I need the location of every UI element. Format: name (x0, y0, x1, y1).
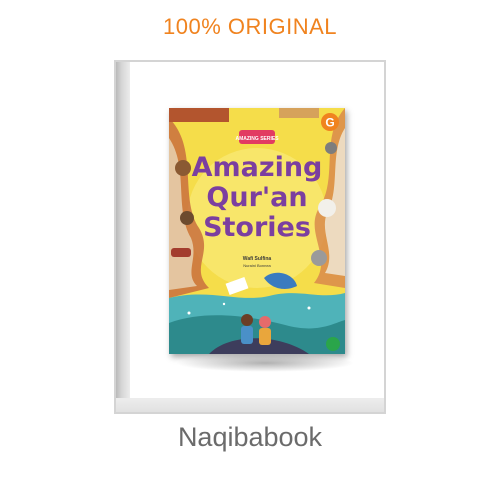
right-animal (311, 250, 327, 266)
frame-bottom (116, 398, 384, 412)
child-1-body (241, 326, 253, 344)
child-1-head (241, 314, 253, 326)
illustrator-name: Nuraini Bonnea (243, 263, 271, 268)
footer-label: Naqibabook (177, 422, 323, 452)
bottom-logo (326, 337, 340, 351)
left-animal-2 (180, 211, 194, 225)
left-scroll (171, 248, 191, 257)
book-shadow (175, 354, 355, 372)
right-bird (325, 142, 337, 154)
title-line-3: Stories (203, 212, 311, 243)
top-right-items (279, 108, 319, 118)
book-cover-art: G AMAZING SERIES Amazing Qur'an Stories … (169, 108, 345, 354)
child-2-body (259, 328, 271, 345)
title-line-2: Qur'an (206, 182, 307, 213)
header-label: 100% ORIGINAL (162, 14, 337, 39)
top-items (169, 108, 229, 122)
sparkle (187, 311, 191, 315)
series-label: AMAZING SERIES (235, 136, 279, 142)
author-name: Wafi Sulfina (243, 256, 272, 262)
frame-shadow (116, 62, 130, 412)
sparkle (222, 302, 226, 306)
sparkle (307, 306, 311, 310)
left-animal (175, 160, 191, 176)
publisher-mark: G (325, 116, 334, 130)
right-sheep (318, 199, 336, 217)
book-cover: G AMAZING SERIES Amazing Qur'an Stories … (169, 108, 345, 354)
title-line-1: Amazing (192, 152, 323, 183)
child-2-head (259, 316, 271, 328)
